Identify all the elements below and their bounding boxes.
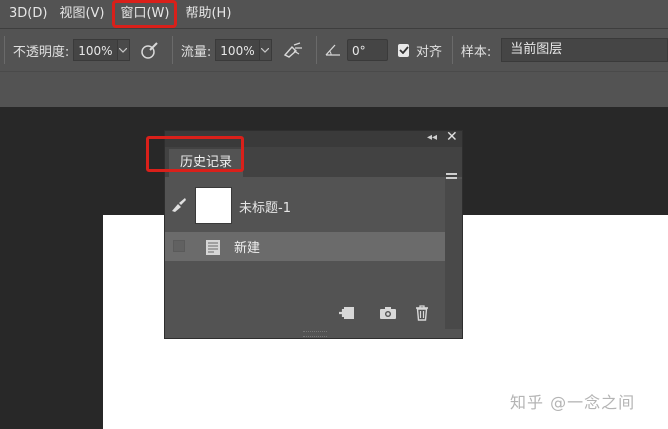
collapse-icon[interactable]: ◂◂ — [427, 132, 437, 143]
options-divider — [452, 36, 453, 64]
watermark: 知乎 @一念之间 — [510, 393, 636, 412]
snapshot-thumbnail — [195, 187, 232, 224]
options-bar: 不透明度: 100% 流量: 100% 0° 对齐 样本: 当前图层 — [0, 28, 668, 71]
sample-label: 样本: — [460, 44, 492, 60]
history-list: 未标题-1 新建 — [165, 179, 445, 297]
menu-3d[interactable]: 3D(D) — [0, 2, 53, 26]
opacity-input[interactable]: 100% — [73, 39, 118, 61]
options-divider — [316, 36, 317, 64]
angle-icon — [325, 43, 341, 57]
angle-input[interactable]: 0° — [346, 39, 389, 61]
options-divider — [4, 36, 5, 64]
history-step-row[interactable]: 新建 — [165, 232, 445, 261]
snapshot-row[interactable]: 未标题-1 — [165, 179, 445, 231]
flow-input[interactable]: 100% — [215, 39, 260, 61]
tab-highlight-outline — [146, 136, 244, 172]
history-brush-source-icon[interactable] — [170, 197, 188, 217]
camera-icon[interactable] — [379, 305, 397, 324]
new-document-from-state-icon[interactable] — [338, 305, 356, 325]
chevron-down-icon — [119, 47, 128, 53]
history-step-label: 新建 — [234, 241, 261, 256]
opacity-dropdown[interactable] — [117, 39, 131, 61]
flow-dropdown[interactable] — [259, 39, 273, 61]
align-label: 对齐 — [416, 44, 443, 60]
menu-bar: 3D(D) 视图(V) 窗口(W) 帮助(H) — [0, 0, 668, 28]
airbrush-icon[interactable] — [282, 41, 304, 59]
options-divider — [172, 36, 173, 64]
menu-window[interactable]: 窗口(W) — [112, 0, 178, 28]
opacity-label: 不透明度: — [12, 44, 70, 60]
trash-icon[interactable] — [415, 305, 429, 325]
document-icon — [204, 238, 222, 260]
menu-help[interactable]: 帮助(H) — [179, 2, 237, 26]
chevron-down-icon — [261, 47, 270, 53]
menu-view[interactable]: 视图(V) — [53, 2, 110, 26]
checkmark-icon — [399, 46, 409, 54]
close-icon[interactable]: ✕ — [446, 129, 458, 145]
document-tab-strip — [0, 71, 668, 107]
align-checkbox[interactable] — [398, 43, 410, 57]
flow-label: 流量: — [180, 44, 212, 60]
history-brush-source-checkbox[interactable] — [173, 240, 185, 252]
pressure-opacity-icon[interactable] — [140, 40, 160, 60]
snapshot-label: 未标题-1 — [239, 201, 291, 216]
panel-footer — [165, 297, 445, 329]
history-scrollbar[interactable] — [445, 179, 462, 329]
panel-resize-grip[interactable] — [303, 331, 327, 337]
sample-select[interactable]: 当前图层 — [501, 38, 668, 62]
